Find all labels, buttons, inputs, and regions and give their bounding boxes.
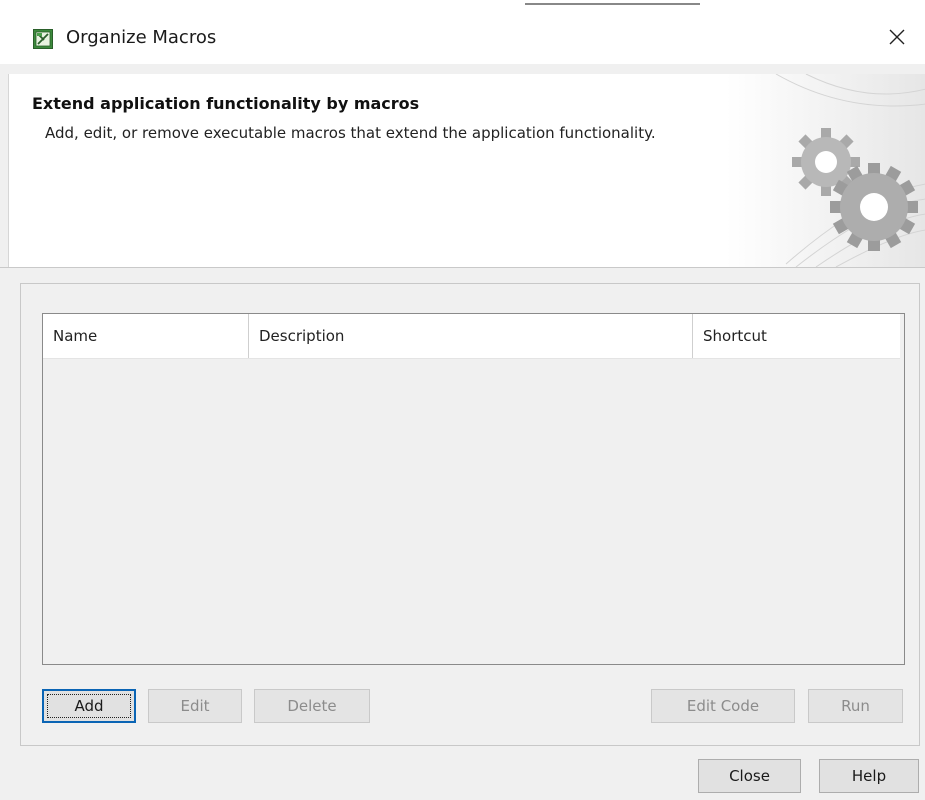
title-bar[interactable]: Organize Macros xyxy=(0,8,925,64)
macros-panel: Name Description Shortcut xyxy=(20,283,920,746)
banner-description: Add, edit, or remove executable macros t… xyxy=(45,124,656,142)
delete-button-label: Delete xyxy=(287,697,337,715)
delete-button[interactable]: Delete xyxy=(254,689,370,723)
table-header: Name Description Shortcut xyxy=(43,314,901,359)
edit-button[interactable]: Edit xyxy=(148,689,242,723)
background-window-edge xyxy=(0,0,925,8)
focus-indicator xyxy=(47,694,131,718)
column-header-name[interactable]: Name xyxy=(43,314,249,358)
macro-app-icon xyxy=(33,29,53,49)
table-body-edge xyxy=(900,314,904,662)
edit-button-label: Edit xyxy=(180,697,210,715)
macros-table[interactable]: Name Description Shortcut xyxy=(42,313,905,665)
banner-heading: Extend application functionality by macr… xyxy=(32,94,420,113)
close-button-label: Close xyxy=(729,767,770,785)
dialog-title: Organize Macros xyxy=(66,27,217,48)
header-banner: Extend application functionality by macr… xyxy=(8,74,925,267)
add-button[interactable]: Add xyxy=(42,689,136,723)
column-header-description[interactable]: Description xyxy=(249,314,693,358)
banner-separator xyxy=(0,267,925,268)
run-button[interactable]: Run xyxy=(808,689,903,723)
gears-icon xyxy=(726,74,925,267)
run-button-label: Run xyxy=(841,697,870,715)
edit-code-button-label: Edit Code xyxy=(686,697,760,715)
help-button-label: Help xyxy=(851,767,887,785)
close-button[interactable]: Close xyxy=(698,759,801,793)
column-header-shortcut[interactable]: Shortcut xyxy=(693,314,901,358)
close-icon[interactable] xyxy=(881,21,913,53)
help-button[interactable]: Help xyxy=(819,759,919,793)
edit-code-button[interactable]: Edit Code xyxy=(651,689,795,723)
organize-macros-dialog: Organize Macros Extend application funct… xyxy=(0,0,925,800)
